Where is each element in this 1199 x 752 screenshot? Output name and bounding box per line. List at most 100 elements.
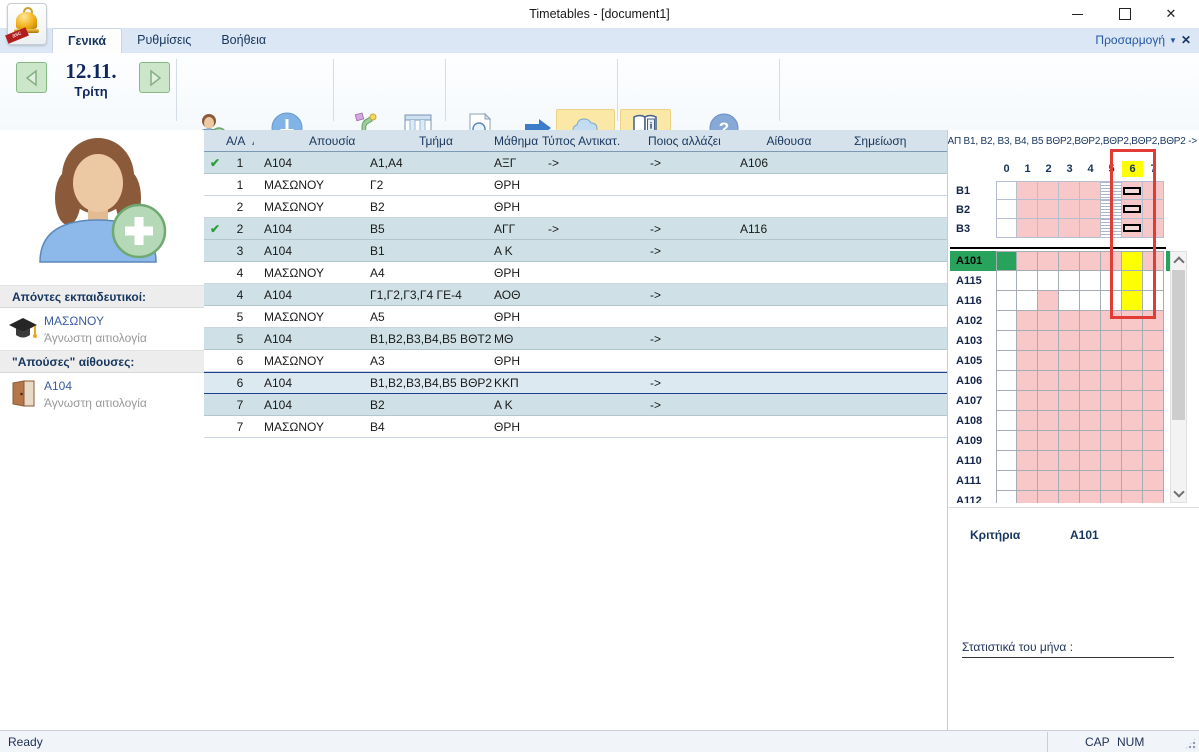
table-row[interactable]: ✔2Α104Β5ΑΓΓ->->Α116	[204, 218, 947, 240]
column-header[interactable]: Απουσία	[254, 134, 364, 148]
grid-cell[interactable]	[1143, 471, 1164, 491]
scrollbar-thumb[interactable]	[1172, 270, 1185, 420]
grid-cell[interactable]	[1143, 351, 1164, 371]
scroll-up-icon[interactable]	[1171, 253, 1186, 268]
customize-control[interactable]: Προσαρμογή ▼ ✕	[1095, 33, 1191, 47]
hour-header[interactable]: 4	[1080, 161, 1101, 177]
grid-cell[interactable]	[1080, 411, 1101, 431]
grid-cell[interactable]	[1017, 391, 1038, 411]
grid-cell[interactable]	[1059, 351, 1080, 371]
grid-cell[interactable]	[996, 431, 1017, 451]
scroll-down-icon[interactable]	[1171, 486, 1186, 501]
grid-cell[interactable]	[1143, 451, 1164, 471]
grid-cell[interactable]	[996, 371, 1017, 391]
room-grid-scrollbar[interactable]	[1170, 251, 1187, 503]
grid-cell[interactable]	[1038, 271, 1059, 291]
close-ribbon-icon[interactable]: ✕	[1181, 33, 1191, 47]
column-header[interactable]: Α/Α▲	[226, 134, 254, 148]
grid-cell[interactable]	[1059, 491, 1080, 503]
grid-cell[interactable]	[996, 391, 1017, 411]
grid-cell[interactable]	[1059, 181, 1080, 200]
close-button[interactable]: ✕	[1149, 0, 1193, 28]
next-day-button[interactable]	[139, 62, 170, 93]
grid-cell[interactable]	[1101, 451, 1122, 471]
minimize-button[interactable]	[1055, 0, 1099, 28]
grid-cell[interactable]	[996, 219, 1017, 238]
table-row[interactable]: 1ΜΑΣΩΝΟΥΓ2ΘΡΗ	[204, 174, 947, 196]
grid-cell[interactable]	[1038, 391, 1059, 411]
grid-cell[interactable]	[1017, 200, 1038, 219]
grid-cell[interactable]	[1017, 411, 1038, 431]
grid-cell[interactable]	[1080, 200, 1101, 219]
grid-cell[interactable]	[1122, 351, 1143, 371]
asc-bell-logo[interactable]: asc	[7, 3, 47, 45]
grid-cell[interactable]	[1059, 471, 1080, 491]
table-row[interactable]: ✔1Α104Α1,Α4ΑΞΓ->->Α106	[204, 152, 947, 174]
grid-cell[interactable]	[1038, 331, 1059, 351]
grid-cell[interactable]	[1059, 371, 1080, 391]
grid-cell[interactable]	[1017, 271, 1038, 291]
grid-cell[interactable]	[1059, 251, 1080, 271]
grid-cell[interactable]	[1122, 331, 1143, 351]
grid-cell[interactable]	[1038, 431, 1059, 451]
table-row[interactable]: 5Α104Β1,Β2,Β3,Β4,Β5 ΒΘΤ2ΜΘ->	[204, 328, 947, 350]
grid-cell[interactable]	[1038, 219, 1059, 238]
grid-cell[interactable]	[1038, 491, 1059, 503]
maximize-button[interactable]	[1103, 0, 1147, 28]
grid-cell[interactable]	[1059, 451, 1080, 471]
tab-Γενικά[interactable]: Γενικά	[52, 28, 122, 54]
grid-cell[interactable]	[1017, 371, 1038, 391]
teacher-avatar[interactable]	[26, 136, 176, 264]
grid-cell[interactable]	[1143, 411, 1164, 431]
grid-cell[interactable]	[1101, 411, 1122, 431]
tab-Ρυθμίσεις[interactable]: Ρυθμίσεις	[122, 28, 206, 53]
grid-cell[interactable]	[1017, 431, 1038, 451]
grid-cell[interactable]	[996, 351, 1017, 371]
grid-cell[interactable]	[1080, 219, 1101, 238]
grid-cell[interactable]	[996, 491, 1017, 503]
absent-teacher-name[interactable]: ΜΑΣΩΝΟΥ	[44, 314, 104, 328]
hour-header[interactable]: 0	[996, 161, 1017, 177]
table-row[interactable]: 6ΜΑΣΩΝΟΥΑ3ΘΡΗ	[204, 350, 947, 372]
grid-cell[interactable]	[1038, 411, 1059, 431]
grid-cell[interactable]	[996, 251, 1017, 271]
grid-cell[interactable]	[1080, 431, 1101, 451]
grid-cell[interactable]	[1059, 311, 1080, 331]
hour-header[interactable]: 2	[1038, 161, 1059, 177]
grid-cell[interactable]	[1143, 371, 1164, 391]
grid-cell[interactable]	[1038, 371, 1059, 391]
grid-cell[interactable]	[1122, 411, 1143, 431]
column-header[interactable]: Αίθουσα	[734, 134, 844, 148]
grid-cell[interactable]	[1080, 311, 1101, 331]
grid-cell[interactable]	[1038, 291, 1059, 311]
resize-grip[interactable]	[1184, 737, 1197, 750]
grid-cell[interactable]	[1143, 331, 1164, 351]
grid-cell[interactable]	[1017, 251, 1038, 271]
grid-cell[interactable]	[1101, 471, 1122, 491]
table-row[interactable]: 4Α104Γ1,Γ2,Γ3,Γ4 ΓΕ-4ΑΟΘ->	[204, 284, 947, 306]
column-header[interactable]: Ποιος αλλάζει	[646, 134, 734, 148]
grid-cell[interactable]	[996, 271, 1017, 291]
grid-cell[interactable]	[1080, 471, 1101, 491]
grid-cell[interactable]	[1080, 491, 1101, 503]
grid-cell[interactable]	[996, 451, 1017, 471]
grid-cell[interactable]	[1143, 391, 1164, 411]
grid-cell[interactable]	[1017, 219, 1038, 238]
grid-cell[interactable]	[1059, 431, 1080, 451]
grid-cell[interactable]	[996, 291, 1017, 311]
grid-cell[interactable]	[1059, 291, 1080, 311]
grid-cell[interactable]	[1017, 491, 1038, 503]
grid-cell[interactable]	[1101, 331, 1122, 351]
grid-cell[interactable]	[1059, 411, 1080, 431]
grid-cell[interactable]	[1017, 451, 1038, 471]
grid-cell[interactable]	[1059, 219, 1080, 238]
grid-cell[interactable]	[1080, 351, 1101, 371]
hour-header[interactable]: 3	[1059, 161, 1080, 177]
grid-cell[interactable]	[1080, 251, 1101, 271]
grid-cell[interactable]	[1122, 431, 1143, 451]
grid-cell[interactable]	[1143, 431, 1164, 451]
grid-cell[interactable]	[1122, 371, 1143, 391]
column-header[interactable]: Μάθημα	[492, 134, 542, 148]
grid-cell[interactable]	[1038, 471, 1059, 491]
grid-cell[interactable]	[1101, 431, 1122, 451]
